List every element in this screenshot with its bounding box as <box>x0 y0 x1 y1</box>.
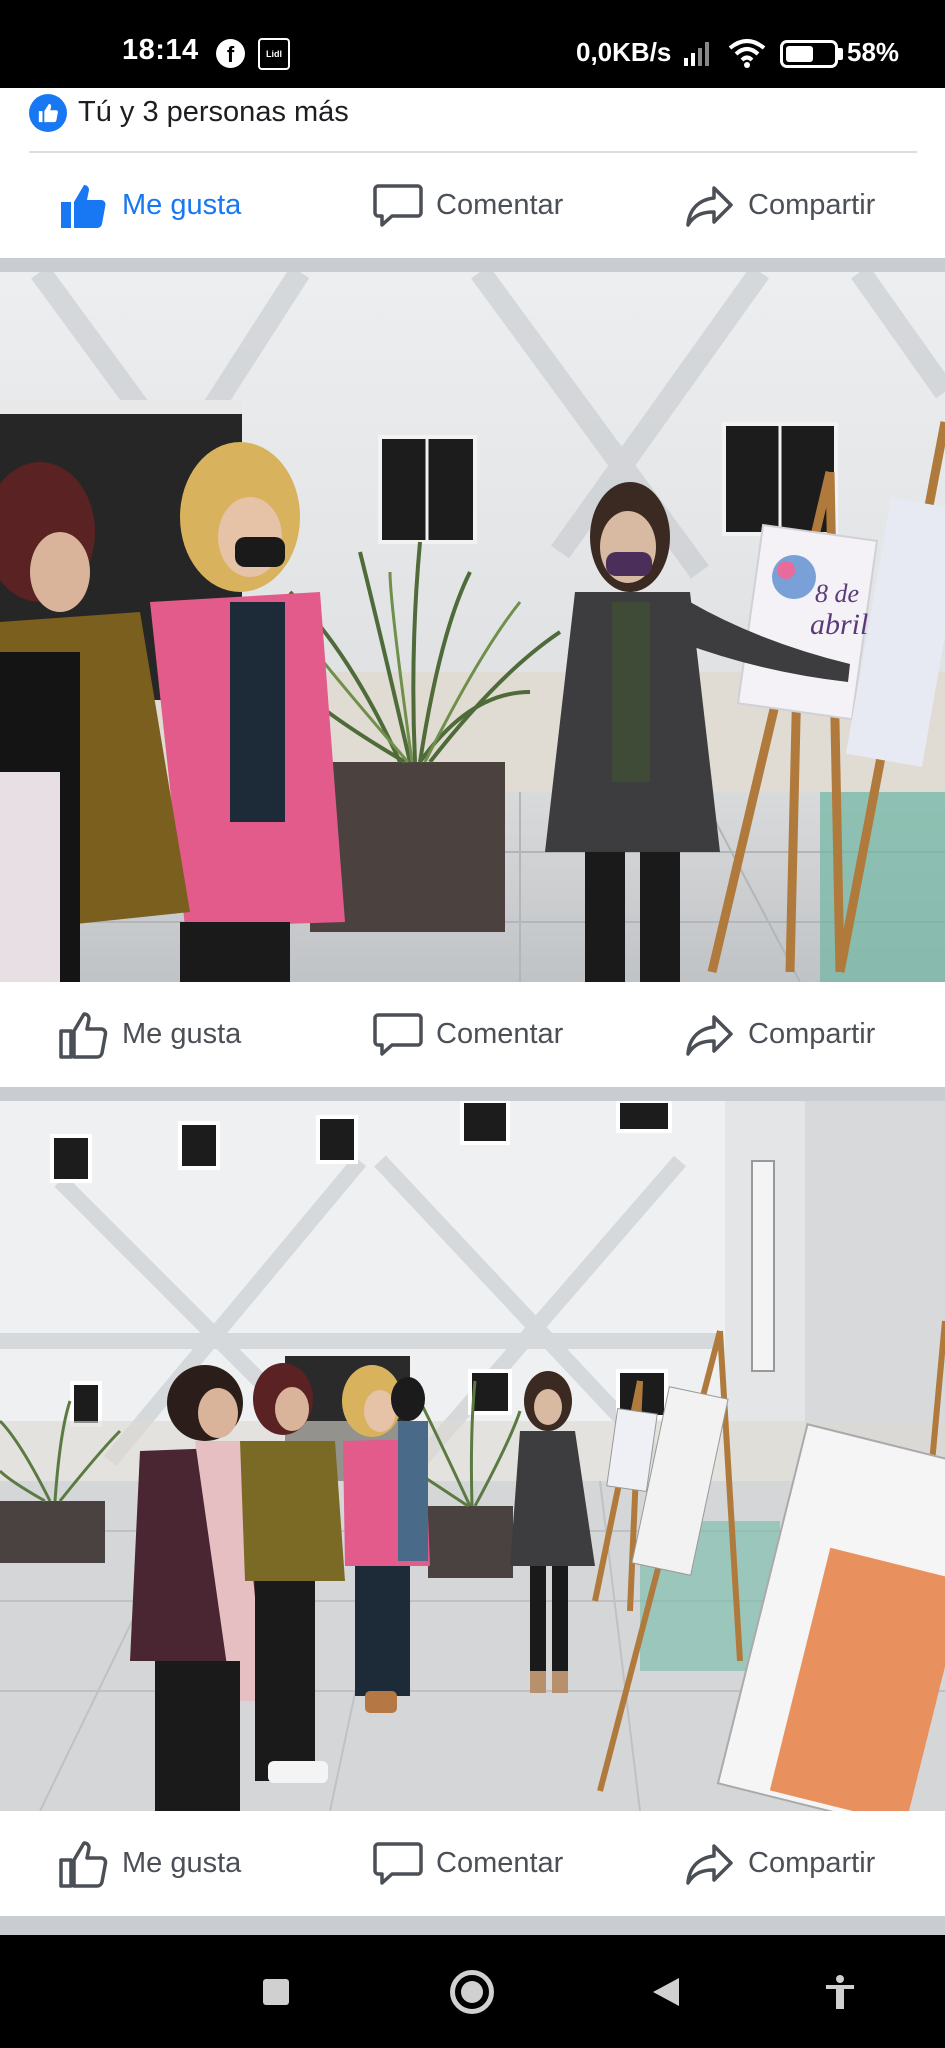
like-label: Me gusta <box>122 189 242 221</box>
battery-cap <box>838 48 843 60</box>
share-label: Compartir <box>748 1018 876 1050</box>
comment-label: Comentar <box>436 1018 564 1050</box>
thumbs-up-outline-icon <box>59 1840 108 1888</box>
home-circle-icon[interactable] <box>446 1935 498 2048</box>
share-arrow-icon <box>686 1843 733 1885</box>
comment-bubble-icon <box>373 1841 423 1885</box>
comment-label: Comentar <box>436 1847 564 1879</box>
comment-button[interactable]: Comentar <box>372 1811 563 1916</box>
comment-button[interactable]: Comentar <box>372 153 563 258</box>
poster-title-line1: 8 de <box>815 579 859 608</box>
post-photo-1[interactable]: 8 de abril <box>0 272 945 982</box>
facebook-icon: f <box>216 39 245 68</box>
like-badge-icon <box>29 94 67 132</box>
network-speed: 0,0KB/s <box>576 37 672 67</box>
post-action-bar: Me gusta Comentar Compartir <box>0 982 945 1087</box>
poster-title-line2: abril <box>810 608 868 641</box>
share-arrow-icon <box>686 1014 733 1056</box>
post-separator <box>0 258 945 272</box>
share-label: Compartir <box>748 189 876 221</box>
accessibility-icon[interactable] <box>820 1935 860 2048</box>
reactions-text: Tú y 3 personas más <box>78 96 349 128</box>
share-button[interactable]: Compartir <box>684 153 875 258</box>
recents-square-icon[interactable] <box>252 1935 300 2048</box>
post-separator <box>0 1087 945 1101</box>
navigation-bar <box>0 1935 945 2048</box>
status-bar: 18:14 f Lidl 0,0KB/s 58% <box>0 0 945 88</box>
like-label: Me gusta <box>122 1847 242 1879</box>
wifi-icon <box>728 39 766 68</box>
battery-percent: 58% <box>847 37 900 67</box>
comment-button[interactable]: Comentar <box>372 982 563 1087</box>
post-separator <box>0 1916 945 1935</box>
post-photo-2[interactable] <box>0 1101 945 1811</box>
share-button[interactable]: Compartir <box>684 1811 875 1916</box>
like-label: Me gusta <box>122 1018 242 1050</box>
status-time: 18:14 <box>122 34 199 66</box>
share-label: Compartir <box>748 1847 876 1879</box>
share-arrow-icon <box>686 185 733 227</box>
like-button[interactable]: Me gusta <box>58 982 241 1087</box>
signal-icon <box>684 42 709 66</box>
comment-bubble-icon <box>373 183 423 227</box>
reactions-summary[interactable]: Tú y 3 personas más <box>0 88 945 152</box>
back-triangle-icon[interactable] <box>648 1935 684 2048</box>
comment-bubble-icon <box>373 1012 423 1056</box>
battery-icon <box>780 40 838 68</box>
like-button[interactable]: Me gusta <box>58 153 241 258</box>
lidl-icon: Lidl <box>258 38 290 70</box>
share-button[interactable]: Compartir <box>684 982 875 1087</box>
comment-label: Comentar <box>436 189 564 221</box>
post-action-bar: Me gusta Comentar Compartir <box>0 1811 945 1916</box>
thumbs-up-outline-icon <box>59 1011 108 1059</box>
thumbs-up-filled-icon <box>61 184 106 228</box>
post-action-bar: Me gusta Comentar Compartir <box>0 153 945 258</box>
like-button[interactable]: Me gusta <box>58 1811 241 1916</box>
battery-fill <box>786 46 813 62</box>
